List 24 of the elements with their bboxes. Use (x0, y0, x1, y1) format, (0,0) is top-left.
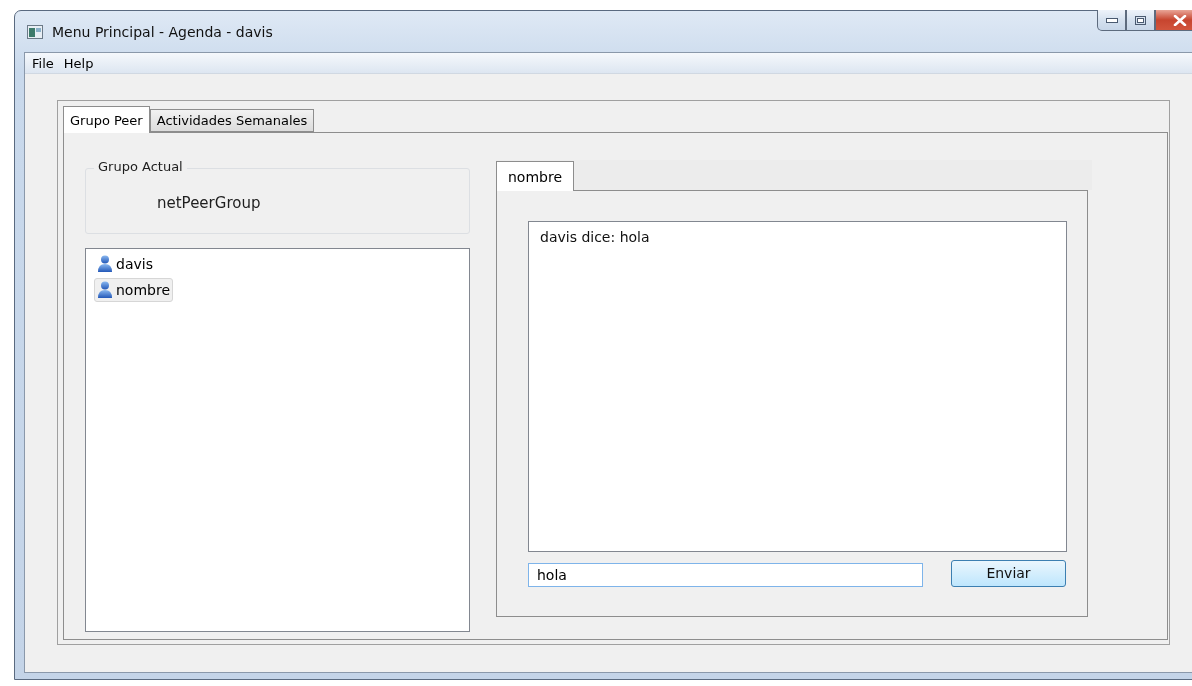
user-name: nombre (116, 282, 171, 298)
tab[interactable]: Actividades Semanales (149, 109, 315, 132)
send-button[interactable]: Enviar (951, 559, 1066, 587)
tab[interactable]: Grupo Peer (63, 106, 150, 133)
maximize-button[interactable] (1126, 10, 1155, 31)
close-button[interactable] (1155, 10, 1192, 31)
close-icon (1173, 14, 1187, 26)
chat-message: davis dice: hola (540, 229, 651, 245)
user-item[interactable]: nombre (94, 278, 174, 302)
menu-item[interactable]: File (27, 55, 59, 71)
window-title: Menu Principal - Agenda - davis (52, 23, 273, 40)
minimize-icon (1105, 17, 1118, 23)
maximize-icon (1135, 15, 1146, 25)
menu-item[interactable]: Help (58, 55, 99, 71)
minimize-button[interactable] (1097, 10, 1126, 31)
user-name: davis (116, 256, 153, 272)
user-item[interactable]: davis (94, 252, 156, 276)
group-title: Grupo Actual (94, 159, 187, 174)
user-icon (97, 281, 113, 299)
message-field[interactable]: hola (528, 563, 923, 587)
app-icon (27, 24, 43, 39)
group-value: netPeerGroup (157, 194, 261, 212)
chat-tab[interactable]: nombre (496, 161, 575, 191)
user-icon (97, 255, 113, 273)
